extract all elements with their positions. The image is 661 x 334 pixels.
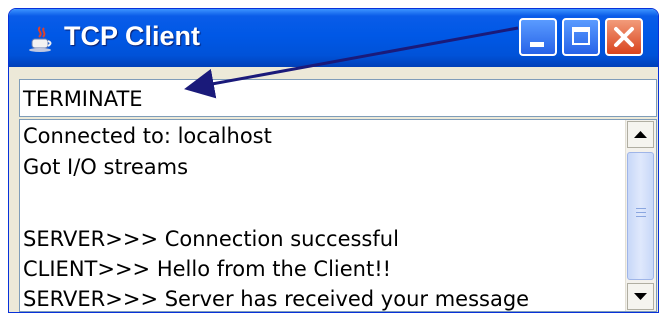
maximize-icon <box>572 27 590 45</box>
scroll-thumb[interactable] <box>627 152 654 280</box>
arrow-down-icon <box>634 293 647 300</box>
vertical-scrollbar[interactable] <box>625 120 656 311</box>
maximize-button[interactable] <box>562 18 600 56</box>
scroll-up-button[interactable] <box>627 121 654 148</box>
scroll-down-button[interactable] <box>627 283 654 310</box>
close-icon <box>614 27 634 47</box>
output-text-area[interactable]: Connected to: localhost Got I/O streams … <box>19 119 657 312</box>
output-line: Got I/O streams <box>23 155 189 179</box>
tcp-client-window: TCP Client TERMINATE Connected to: local… <box>8 8 659 313</box>
title-bar[interactable]: TCP Client <box>9 9 658 67</box>
close-button[interactable] <box>605 18 643 56</box>
java-cup-icon[interactable] <box>27 25 55 53</box>
minimize-icon <box>530 42 544 47</box>
window-title: TCP Client <box>64 21 201 51</box>
arrow-up-icon <box>634 131 647 138</box>
output-line: Connected to: localhost <box>23 124 272 148</box>
output-line: SERVER>>> Server has received your messa… <box>23 287 530 311</box>
minimize-button[interactable] <box>519 18 557 56</box>
output-line: CLIENT>>> Hello from the Client!! <box>23 257 392 281</box>
output-line: SERVER>>> Connection successful <box>23 227 399 251</box>
message-input[interactable]: TERMINATE <box>19 79 657 117</box>
